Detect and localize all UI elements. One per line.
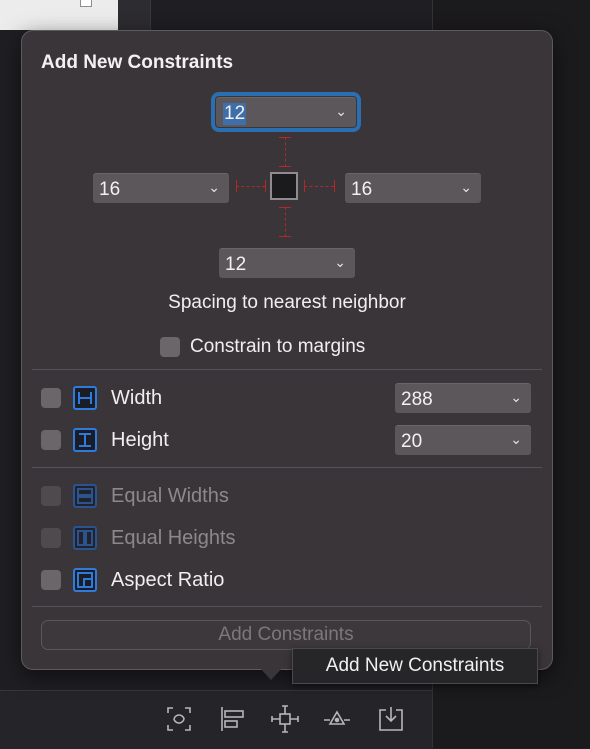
width-constraint-icon bbox=[73, 386, 97, 410]
equal-heights-checkbox[interactable] bbox=[41, 528, 61, 548]
equal-widths-checkbox[interactable] bbox=[41, 486, 61, 506]
height-value[interactable]: 20 bbox=[401, 431, 422, 453]
equal-widths-icon bbox=[73, 484, 97, 508]
tooltip: Add New Constraints bbox=[292, 648, 538, 684]
equal-heights-label[interactable]: Equal Heights bbox=[111, 527, 236, 550]
constrain-to-margins-checkbox[interactable] bbox=[160, 337, 180, 357]
constrain-to-margins-label[interactable]: Constrain to margins bbox=[190, 336, 365, 358]
pin-right[interactable] bbox=[304, 186, 334, 187]
left-spacing-field[interactable]: 16 ⌄ bbox=[93, 173, 229, 203]
aspect-ratio-label[interactable]: Aspect Ratio bbox=[111, 569, 224, 592]
top-spacing-field[interactable]: 12 ⌄ bbox=[211, 92, 361, 132]
equal-widths-label[interactable]: Equal Widths bbox=[111, 485, 229, 508]
separator bbox=[32, 467, 542, 468]
resolve-issues-icon[interactable] bbox=[322, 704, 352, 734]
pin-left-cap[interactable] bbox=[265, 180, 266, 192]
right-spacing-value[interactable]: 16 bbox=[351, 179, 372, 201]
separator bbox=[32, 369, 542, 370]
width-checkbox[interactable] bbox=[41, 388, 61, 408]
aspect-ratio-checkbox[interactable] bbox=[41, 570, 61, 590]
equal-heights-icon bbox=[73, 526, 97, 550]
add-constraints-icon[interactable] bbox=[270, 704, 300, 734]
left-spacing-value[interactable]: 16 bbox=[99, 179, 120, 201]
add-constraints-button[interactable]: Add Constraints bbox=[41, 620, 531, 650]
top-spacing-value[interactable]: 12 bbox=[223, 103, 247, 125]
pin-right-cap[interactable] bbox=[334, 180, 335, 192]
height-checkbox[interactable] bbox=[41, 430, 61, 450]
pin-top[interactable] bbox=[285, 137, 286, 167]
pin-bottom[interactable] bbox=[285, 207, 286, 237]
align-icon[interactable] bbox=[218, 704, 248, 734]
selected-view-box bbox=[270, 172, 298, 200]
height-label[interactable]: Height bbox=[111, 429, 169, 452]
chevron-down-icon[interactable]: ⌄ bbox=[460, 179, 472, 196]
chevron-down-icon[interactable]: ⌄ bbox=[334, 254, 346, 271]
height-field[interactable]: 20 ⌄ bbox=[395, 425, 531, 455]
width-value[interactable]: 288 bbox=[401, 389, 433, 411]
bottom-spacing-field[interactable]: 12 ⌄ bbox=[219, 248, 355, 278]
canvas-strip bbox=[118, 0, 151, 30]
pin-left[interactable] bbox=[236, 186, 265, 187]
canvas-area bbox=[0, 0, 118, 30]
popover-title: Add New Constraints bbox=[41, 52, 234, 73]
bottom-toolbar bbox=[0, 690, 432, 749]
bottom-spacing-value[interactable]: 12 bbox=[225, 254, 246, 276]
chevron-down-icon[interactable]: ⌄ bbox=[208, 179, 220, 196]
spacing-caption: Spacing to nearest neighbor bbox=[168, 292, 406, 313]
pin-top-cap[interactable] bbox=[279, 166, 291, 167]
separator bbox=[32, 606, 542, 607]
width-label[interactable]: Width bbox=[111, 387, 162, 410]
pin-bottom-cap[interactable] bbox=[279, 236, 291, 237]
chevron-down-icon[interactable]: ⌄ bbox=[335, 103, 347, 120]
add-constraints-popover: Add New Constraints 12 ⌄ 16 ⌄ 16 ⌄ 12 ⌄ … bbox=[21, 30, 553, 670]
embed-in-icon[interactable] bbox=[376, 704, 406, 734]
popover-arrow bbox=[259, 667, 283, 680]
right-spacing-field[interactable]: 16 ⌄ bbox=[345, 173, 481, 203]
chevron-down-icon[interactable]: ⌄ bbox=[510, 431, 522, 448]
aspect-ratio-icon bbox=[73, 568, 97, 592]
chevron-down-icon[interactable]: ⌄ bbox=[510, 389, 522, 406]
height-constraint-icon bbox=[73, 428, 97, 452]
update-frames-icon[interactable] bbox=[164, 704, 194, 734]
width-field[interactable]: 288 ⌄ bbox=[395, 383, 531, 413]
canvas-corner bbox=[80, 0, 92, 7]
